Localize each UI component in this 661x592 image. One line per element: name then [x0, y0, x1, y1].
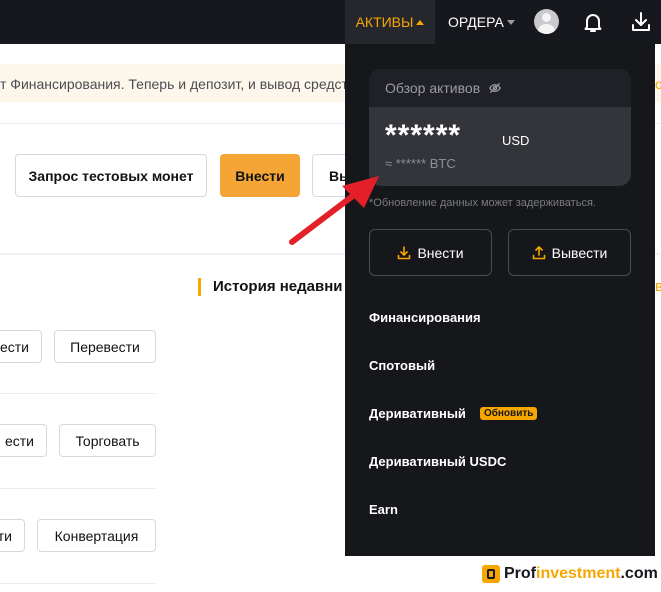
- dropdown-withdraw-label: Вывести: [551, 244, 608, 261]
- row-1-left-button[interactable]: ести: [0, 330, 42, 363]
- assets-dropdown: Обзор активов ****** USD ≈ ****** BTC *О…: [345, 44, 655, 556]
- bell-icon[interactable]: [581, 10, 605, 34]
- row-2-trade-button[interactable]: Торговать: [59, 424, 156, 457]
- deposit-button[interactable]: Внести: [220, 154, 300, 197]
- notice-text: т Финансирования. Теперь и депозит, и вы…: [0, 76, 356, 92]
- row-1-transfer-button[interactable]: Перевести: [54, 330, 156, 363]
- menu-item-derivatives-usdc[interactable]: Деривативный USDC: [369, 454, 506, 469]
- top-navigation-bar: АКТИВЫ ОРДЕРА: [0, 0, 661, 44]
- nav-orders-menu[interactable]: ОРДЕРА: [448, 0, 515, 44]
- menu-item-derivatives[interactable]: Деривативный Обновить: [369, 406, 538, 421]
- menu-item-label: Деривативный USDC: [369, 454, 507, 469]
- menu-item-label: Earn: [369, 502, 398, 517]
- menu-item-spot[interactable]: Спотовый: [369, 358, 435, 373]
- menu-item-funding[interactable]: Финансирования: [369, 310, 481, 325]
- menu-item-label: Финансирования: [369, 310, 481, 325]
- watermark-text-2: investment: [536, 564, 621, 582]
- nav-assets-label: АКТИВЫ: [355, 14, 414, 30]
- watermark: Prof investment .com: [480, 561, 661, 586]
- user-avatar[interactable]: [534, 9, 559, 34]
- watermark-text-3: .com: [620, 564, 658, 582]
- row-divider: [0, 393, 156, 394]
- withdraw-icon: [532, 245, 545, 259]
- update-badge: Обновить: [479, 407, 538, 420]
- notice-link-fragment[interactable]: об: [655, 76, 661, 92]
- eye-slash-icon[interactable]: [488, 81, 502, 95]
- asset-overview-card: Обзор активов ****** USD ≈ ****** BTC: [369, 69, 631, 186]
- request-test-coins-button[interactable]: Запрос тестовых монет: [15, 154, 207, 197]
- history-link-fragment[interactable]: в: [655, 278, 661, 295]
- dropdown-withdraw-button[interactable]: Вывести: [508, 229, 631, 276]
- watermark-logo-icon: [482, 564, 500, 583]
- row-3-convert-button[interactable]: Конвертация: [37, 519, 156, 552]
- dropdown-deposit-label: Внести: [417, 244, 464, 261]
- asset-overview-label: Обзор активов: [385, 80, 481, 96]
- watermark-text-1: Prof: [504, 564, 536, 582]
- balance-masked: ******: [385, 119, 462, 152]
- nav-assets-menu[interactable]: АКТИВЫ: [345, 0, 435, 44]
- dropdown-deposit-button[interactable]: Внести: [369, 229, 492, 276]
- download-icon[interactable]: [629, 10, 653, 34]
- avatar-head-shape: [542, 13, 551, 22]
- row-divider: [0, 583, 156, 584]
- nav-orders-label: ОРДЕРА: [448, 14, 504, 30]
- asset-overview-header: Обзор активов: [369, 69, 631, 107]
- menu-item-label: Спотовый: [369, 358, 436, 373]
- menu-item-label: Деривативный: [369, 406, 466, 421]
- menu-item-earn[interactable]: Earn: [369, 502, 398, 517]
- deposit-icon: [398, 245, 411, 259]
- balance-currency: USD: [502, 133, 530, 148]
- caret-down-icon: [506, 19, 515, 25]
- btc-equivalent: ≈ ****** BTC: [385, 156, 456, 171]
- avatar-body-shape: [538, 24, 555, 34]
- update-delay-note: *Обновление данных может задерживаться.: [369, 197, 596, 209]
- row-3-left-button[interactable]: ти: [0, 519, 25, 552]
- row-2-left-button[interactable]: ести: [0, 424, 47, 457]
- row-divider: [0, 488, 156, 489]
- caret-up-icon: [416, 19, 425, 25]
- recent-history-title: История недавни: [198, 278, 343, 296]
